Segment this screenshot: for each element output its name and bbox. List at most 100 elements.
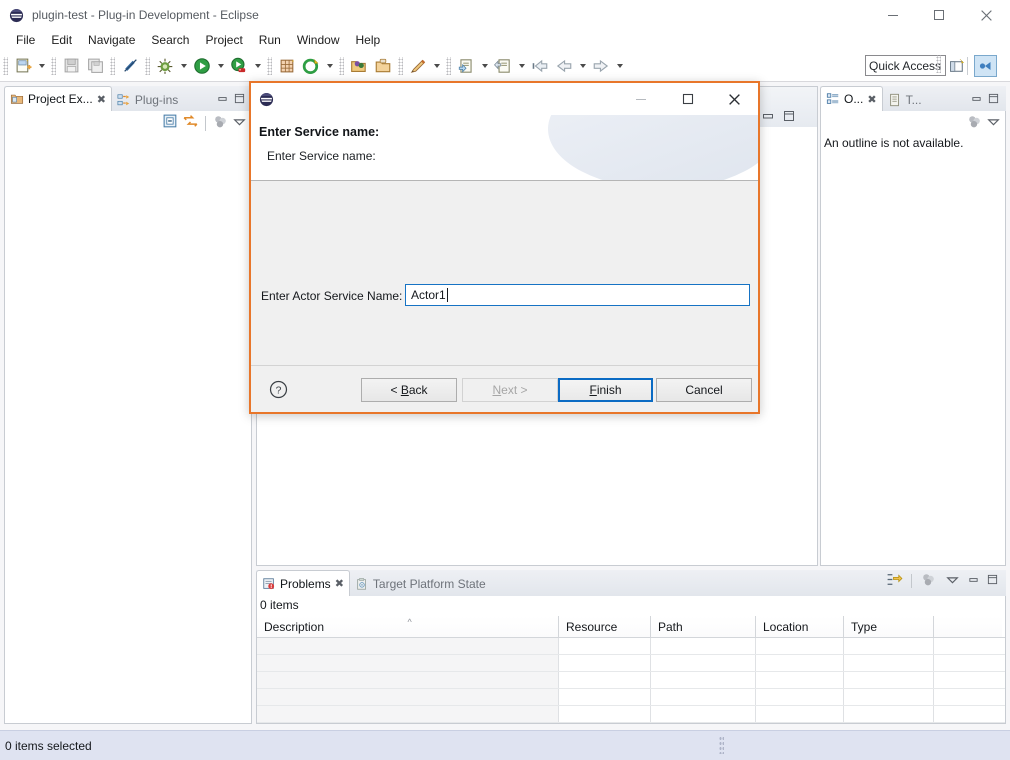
save-all-button[interactable] [83,54,107,78]
tab-project-explorer[interactable]: Project Ex... ✖ [4,86,112,111]
debug-button[interactable] [153,54,177,78]
quick-access-field[interactable]: Quick Access [865,55,946,76]
perspective-separator [967,57,968,75]
cancel-button[interactable]: Cancel [656,378,752,402]
project-explorer-tree[interactable] [5,136,251,723]
run-dropdown[interactable] [214,54,227,78]
problems-view-menu-button[interactable] [945,572,960,590]
table-row[interactable] [257,689,1005,706]
external-tools-dropdown[interactable] [323,54,336,78]
save-button[interactable] [59,54,83,78]
service-name-input[interactable]: Actor1 [405,284,750,306]
left-view-minimize-button[interactable] [217,93,228,107]
menu-project[interactable]: Project [197,31,250,49]
outline-minimize-button[interactable] [971,93,982,107]
previous-annotation-dropdown[interactable] [515,54,528,78]
window-close-button[interactable] [962,0,1010,30]
tab-task-list[interactable]: T... [883,88,927,111]
search-button[interactable] [406,54,430,78]
dialog-minimize-button[interactable] [617,83,664,115]
back-dropdown[interactable] [576,54,589,78]
help-button[interactable]: ? [269,380,288,402]
open-perspective-button[interactable] [946,55,969,77]
forward-dropdown[interactable] [613,54,626,78]
new-wizard-button[interactable] [11,54,35,78]
finish-button[interactable]: Finish [558,378,653,402]
toolbar-grip-3[interactable] [110,56,115,75]
problems-maximize-button[interactable] [987,574,998,588]
next-annotation-dropdown[interactable] [478,54,491,78]
status-bar-grip[interactable] [719,736,724,754]
left-view-maximize-button[interactable] [234,93,245,107]
toolbar-grip-6[interactable] [339,56,344,75]
run-as-server-button[interactable] [227,54,251,78]
run-button[interactable] [190,54,214,78]
menu-file[interactable]: File [8,31,43,49]
tab-problems[interactable]: Problems ✖ [256,570,350,596]
outline-filters-button[interactable] [966,113,983,133]
menu-window[interactable]: Window [289,31,348,49]
column-header-type[interactable]: Type [844,616,934,637]
plugin-development-perspective-button[interactable] [974,55,997,77]
problems-table[interactable]: Description ^ Resource Path Location Typ… [257,616,1005,723]
table-row[interactable] [257,672,1005,689]
menu-help[interactable]: Help [348,31,389,49]
table-row[interactable] [257,706,1005,723]
column-header-description[interactable]: Description ^ [257,616,559,637]
next-annotation-button[interactable] [454,54,478,78]
back-button[interactable]: < Back [361,378,457,402]
back-button[interactable] [552,54,576,78]
debug-dropdown[interactable] [177,54,190,78]
open-task-button[interactable] [371,54,395,78]
menu-run[interactable]: Run [251,31,289,49]
search-dropdown[interactable] [430,54,443,78]
problems-minimize-button[interactable] [968,574,979,588]
open-type-button[interactable] [347,54,371,78]
tab-outline[interactable]: O... ✖ [820,86,883,111]
collapse-all-button[interactable] [162,113,179,133]
toolbar-grip-4[interactable] [145,56,150,75]
table-row[interactable] [257,638,1005,655]
tab-project-explorer-close[interactable]: ✖ [97,93,106,106]
view-menu-button[interactable] [232,114,247,132]
previous-annotation-button[interactable] [491,54,515,78]
toolbar-grip-8[interactable] [446,56,451,75]
dialog-close-button[interactable] [711,83,758,115]
tab-plugins[interactable]: Plug-ins [112,88,183,111]
quick-access-grip[interactable] [936,55,941,73]
problems-filters-button[interactable] [920,571,937,591]
menu-search[interactable]: Search [143,31,197,49]
forward-button[interactable] [589,54,613,78]
next-button[interactable]: Next > [462,378,558,402]
column-header-path[interactable]: Path [651,616,756,637]
menu-navigate[interactable]: Navigate [80,31,143,49]
new-wizard-dropdown[interactable] [35,54,48,78]
problems-group-by-button[interactable] [886,571,903,591]
window-minimize-button[interactable] [870,0,916,30]
external-tools-button[interactable] [299,54,323,78]
previous-annotation-icon [494,58,510,73]
toolbar-grip-5[interactable] [267,56,272,75]
dialog-maximize-button[interactable] [664,83,711,115]
outline-maximize-button[interactable] [988,93,999,107]
column-header-location[interactable]: Location [756,616,844,637]
window-maximize-button[interactable] [916,0,962,30]
table-row[interactable] [257,655,1005,672]
outline-view-menu-button[interactable] [986,114,1001,132]
mark-occurrences-button[interactable] [118,54,142,78]
toolbar-grip-2[interactable] [51,56,56,75]
editor-minimize-button[interactable] [762,110,774,125]
last-edit-location-button[interactable] [528,54,552,78]
link-with-editor-button[interactable] [182,113,199,133]
tab-target-platform-state[interactable]: Target Platform State [350,572,491,596]
tab-problems-close[interactable]: ✖ [335,577,344,590]
new-plugin-project-button[interactable] [275,54,299,78]
menu-edit[interactable]: Edit [43,31,80,49]
view-filters-button[interactable] [212,113,229,133]
tab-outline-close[interactable]: ✖ [867,93,876,106]
editor-maximize-button[interactable] [783,110,795,125]
run-as-server-dropdown[interactable] [251,54,264,78]
column-header-resource[interactable]: Resource [559,616,651,637]
toolbar-grip[interactable] [3,56,8,75]
toolbar-grip-7[interactable] [398,56,403,75]
